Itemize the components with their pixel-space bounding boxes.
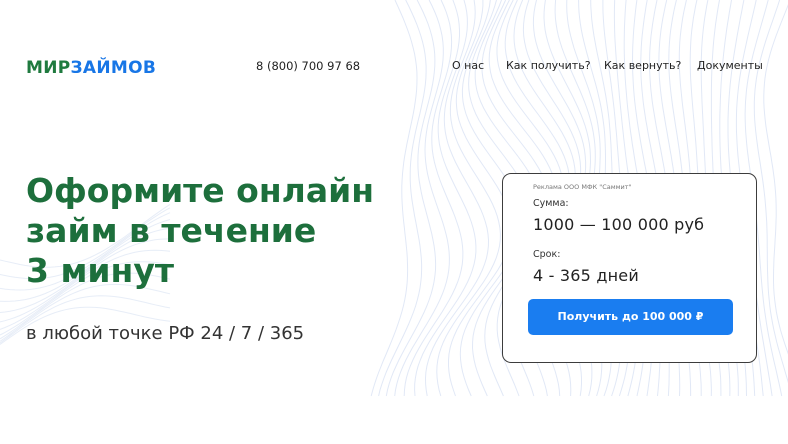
hero-title-line: 3 минут — [26, 251, 174, 290]
hero-title-line: займ в течение — [26, 211, 317, 250]
landing-page: МИРЗАЙМОВ 8 (800) 700 97 68 О нас Как по… — [0, 0, 788, 444]
nav-item-how-to-return[interactable]: Как вернуть? — [604, 58, 681, 74]
header-nav: О нас Как получить? Как вернуть? Докумен… — [0, 58, 788, 74]
loan-calculator-card: Реклама ООО МФК "Саммит" Сумма: 1000 — 1… — [502, 173, 757, 363]
nav-item-how-to-get[interactable]: Как получить? — [506, 58, 591, 74]
sum-value: 1000 — 100 000 руб — [533, 215, 705, 234]
ad-disclaimer: Реклама ООО МФК "Саммит" — [533, 183, 632, 191]
get-loan-button[interactable]: Получить до 100 000 ₽ — [528, 299, 733, 335]
term-label: Срок: — [533, 249, 561, 260]
nav-item-about[interactable]: О нас — [452, 58, 484, 74]
term-value: 4 - 365 дней — [533, 266, 639, 285]
hero-title: Оформите онлайн займ в течение 3 минут — [26, 171, 426, 291]
sum-label: Сумма: — [533, 198, 569, 209]
hero-subtitle: в любой точке РФ 24 / 7 / 365 — [26, 323, 305, 344]
hero-title-line: Оформите онлайн — [26, 171, 375, 210]
hero-section: МИРЗАЙМОВ 8 (800) 700 97 68 О нас Как по… — [0, 0, 788, 398]
nav-item-documents[interactable]: Документы — [697, 58, 763, 74]
